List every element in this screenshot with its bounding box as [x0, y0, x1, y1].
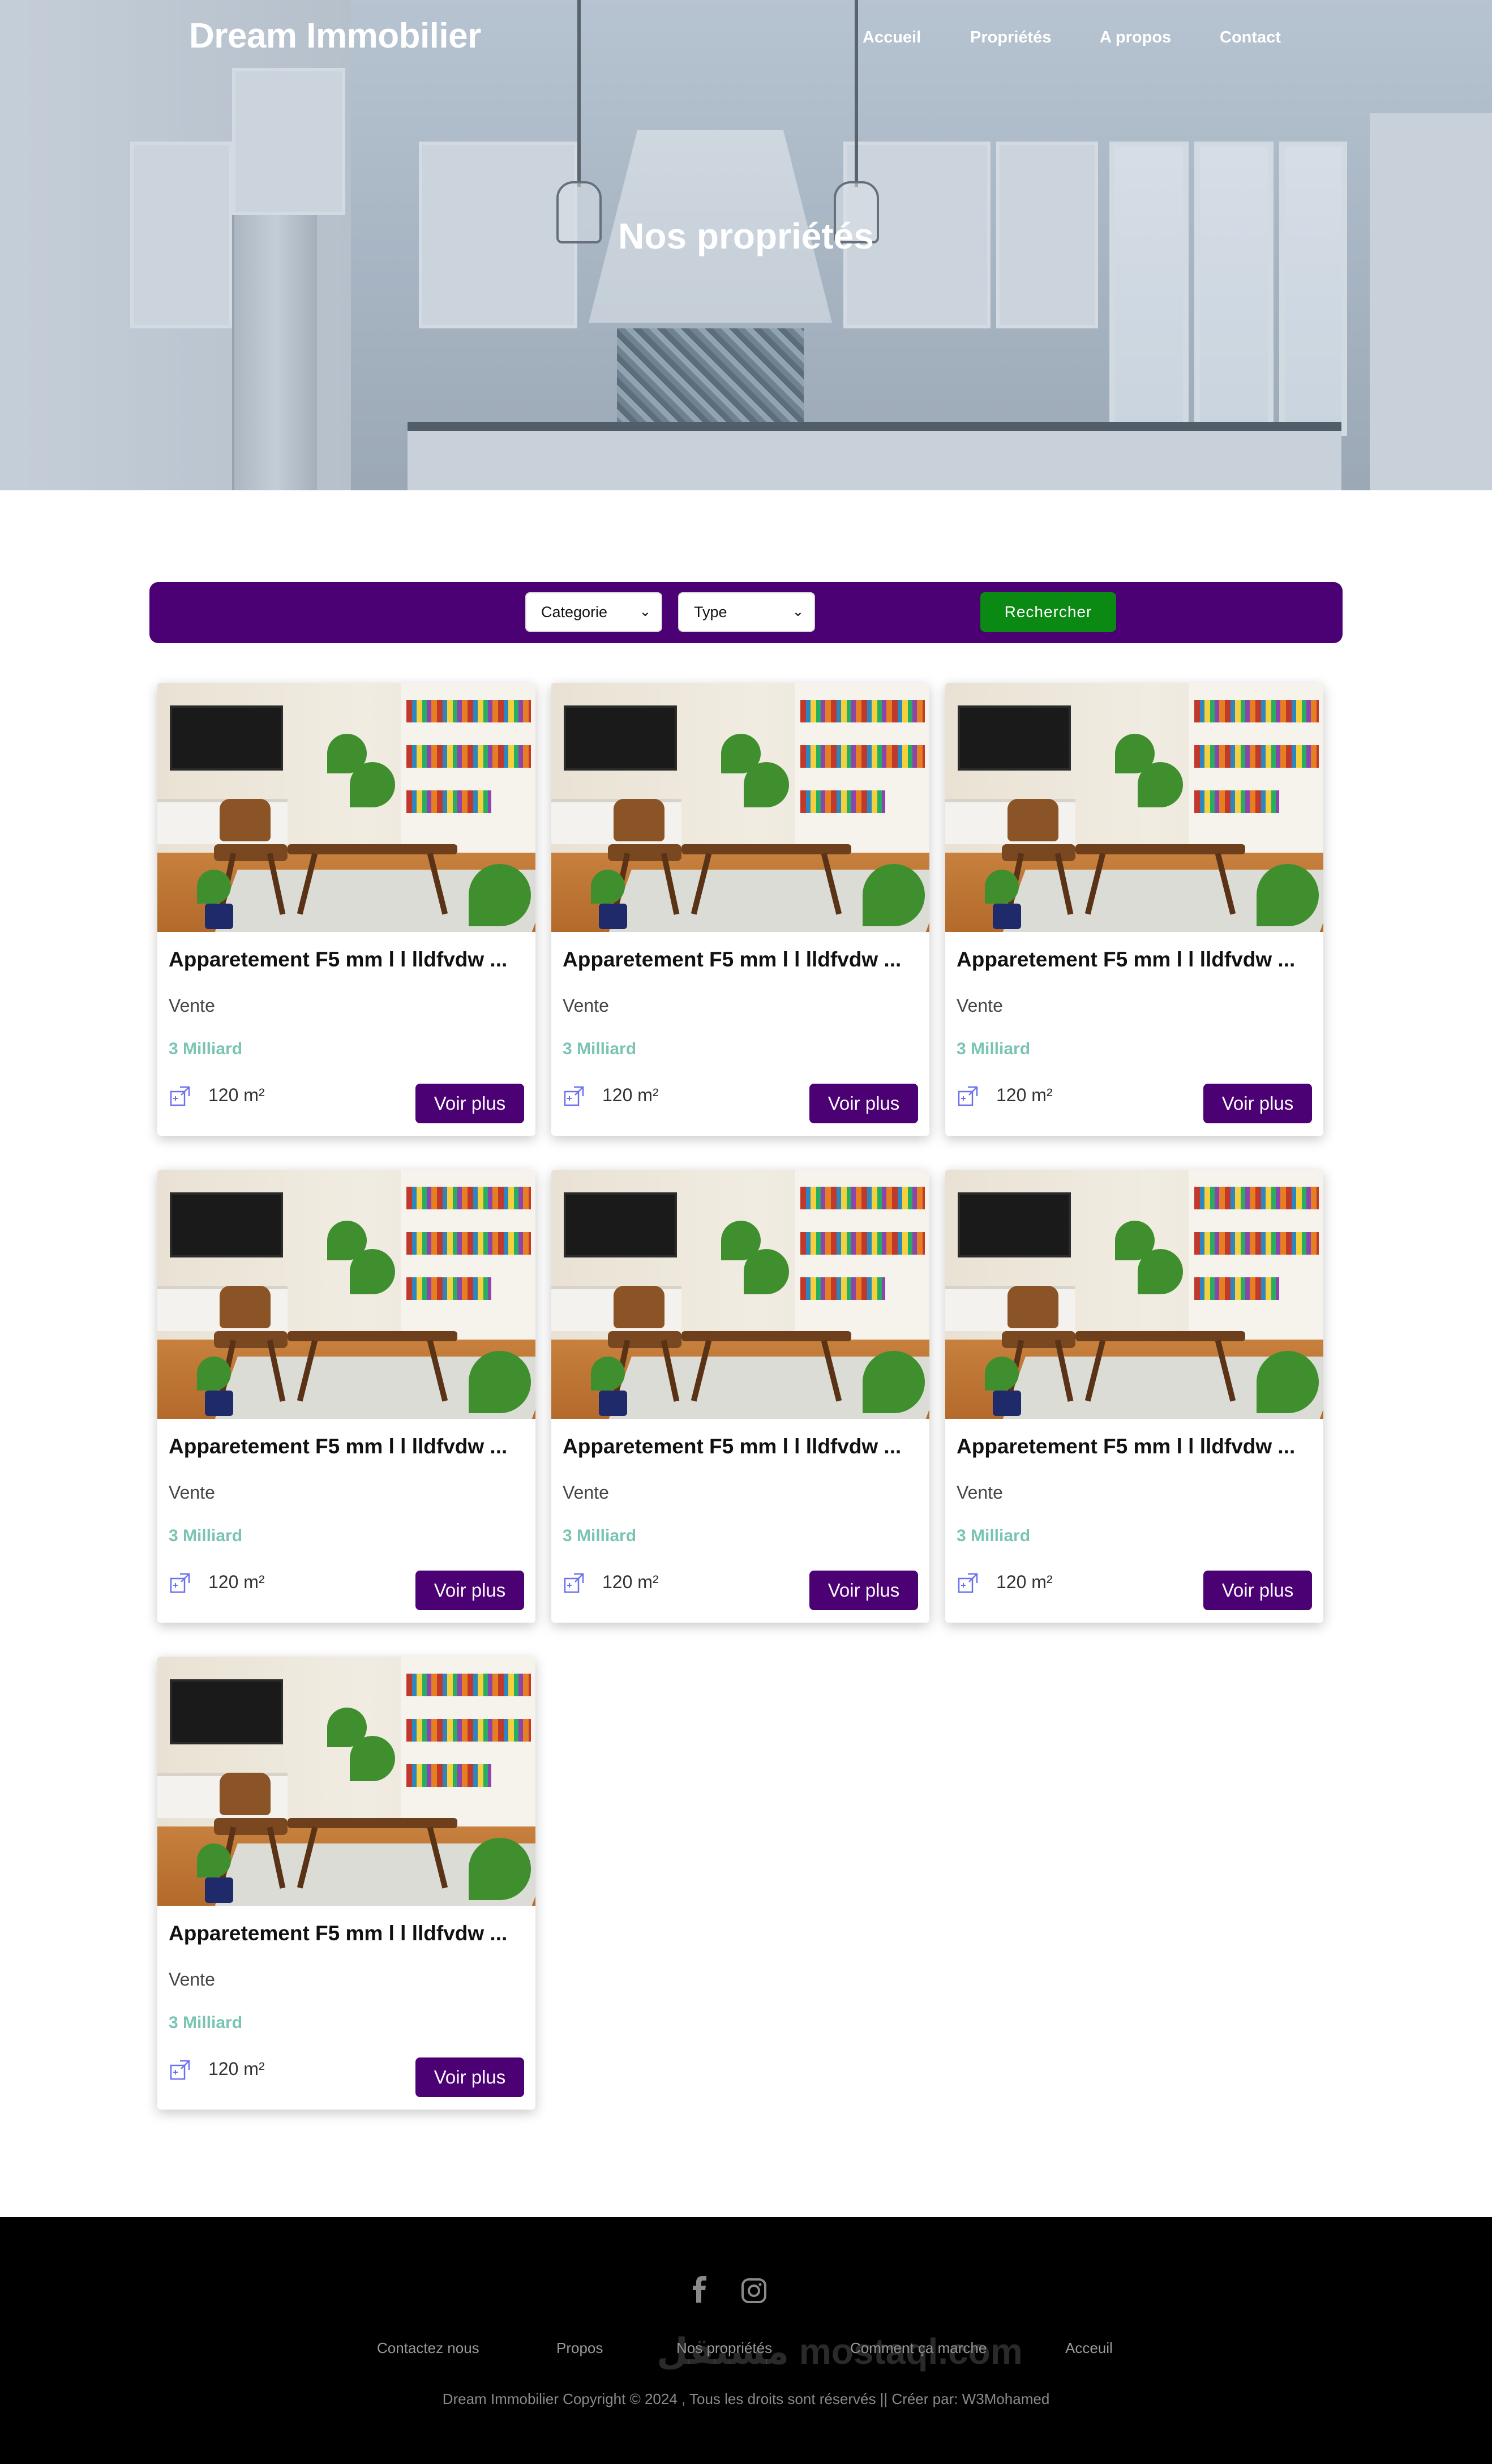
property-type: Vente — [563, 1482, 609, 1503]
property-price: 3 Milliard — [169, 1526, 243, 1545]
property-card: Apparetement F5 mm l l lldfvdw ... Vente… — [157, 1657, 535, 2110]
property-card: Apparetement F5 mm l l lldfvdw ... Vente… — [945, 683, 1323, 1136]
property-price: 3 Milliard — [169, 2013, 243, 2032]
area-icon — [564, 1573, 584, 1593]
nav-accueil[interactable]: Accueil — [863, 28, 921, 47]
property-photo[interactable] — [945, 1170, 1323, 1419]
property-title[interactable]: Apparetement F5 mm l l lldfvdw ... — [563, 1435, 919, 1458]
property-photo[interactable] — [551, 1170, 929, 1419]
property-area: 120 m² — [996, 1085, 1053, 1105]
type-select-value: Type — [694, 604, 727, 621]
area-icon — [170, 1573, 190, 1593]
property-card: Apparetement F5 mm l l lldfvdw ... Vente… — [157, 1170, 535, 1623]
property-price: 3 Milliard — [563, 1526, 637, 1545]
search-button[interactable]: Rechercher — [980, 592, 1116, 632]
view-more-button[interactable]: Voir plus — [1203, 1084, 1312, 1123]
property-title[interactable]: Apparetement F5 mm l l lldfvdw ... — [169, 1435, 525, 1458]
property-price: 3 Milliard — [957, 1040, 1031, 1058]
area-icon — [564, 1086, 584, 1106]
property-title[interactable]: Apparetement F5 mm l l lldfvdw ... — [957, 1435, 1313, 1458]
nav-a-propos[interactable]: A propos — [1100, 28, 1171, 47]
hero-banner: Dream Immobilier Accueil Propriétés A pr… — [0, 0, 1492, 490]
area-icon — [170, 1086, 190, 1106]
property-card: Apparetement F5 mm l l lldfvdw ... Vente… — [157, 683, 535, 1136]
view-more-button[interactable]: Voir plus — [415, 2057, 524, 2097]
property-photo[interactable] — [157, 683, 535, 932]
property-area: 120 m² — [208, 2059, 265, 2079]
nav-contact[interactable]: Contact — [1220, 28, 1281, 47]
view-more-button[interactable]: Voir plus — [415, 1084, 524, 1123]
property-type: Vente — [169, 1482, 215, 1503]
brand-logo[interactable]: Dream Immobilier — [189, 16, 481, 56]
property-photo[interactable] — [551, 683, 929, 932]
page-title: Nos propriétés — [618, 216, 874, 256]
view-more-button[interactable]: Voir plus — [415, 1571, 524, 1610]
property-area: 120 m² — [602, 1572, 659, 1592]
chevron-down-icon: ⌄ — [639, 604, 651, 619]
area-icon — [170, 2060, 190, 2080]
property-card: Apparetement F5 mm l l lldfvdw ... Vente… — [551, 1170, 929, 1623]
property-type: Vente — [563, 995, 609, 1016]
instagram-icon[interactable] — [737, 2274, 771, 2308]
chevron-down-icon: ⌄ — [792, 604, 804, 619]
property-price: 3 Milliard — [957, 1526, 1031, 1545]
property-type: Vente — [169, 1969, 215, 1990]
category-select-value: Categorie — [541, 604, 608, 621]
property-title[interactable]: Apparetement F5 mm l l lldfvdw ... — [563, 948, 919, 972]
property-card: Apparetement F5 mm l l lldfvdw ... Vente… — [945, 1170, 1323, 1623]
footer-link-propos[interactable]: Propos — [556, 2339, 603, 2357]
view-more-button[interactable]: Voir plus — [1203, 1571, 1312, 1610]
property-price: 3 Milliard — [563, 1040, 637, 1058]
footer: Contactez nous Propos Nos propriétés Com… — [0, 2217, 1492, 2464]
view-more-button[interactable]: Voir plus — [809, 1571, 918, 1610]
property-type: Vente — [957, 1482, 1003, 1503]
footer-link-contact[interactable]: Contactez nous — [377, 2339, 479, 2357]
facebook-icon[interactable] — [684, 2274, 718, 2308]
property-title[interactable]: Apparetement F5 mm l l lldfvdw ... — [957, 948, 1313, 972]
property-area: 120 m² — [996, 1572, 1053, 1592]
property-type: Vente — [957, 995, 1003, 1016]
footer-link-acceuil[interactable]: Acceuil — [1065, 2339, 1113, 2357]
property-area: 120 m² — [208, 1085, 265, 1105]
area-icon — [958, 1086, 978, 1106]
view-more-button[interactable]: Voir plus — [809, 1084, 918, 1123]
filter-bar: Categorie ⌄ Type ⌄ Rechercher — [149, 582, 1343, 643]
watermark: مستقل mostaql.com — [657, 2331, 1023, 2372]
property-price: 3 Milliard — [169, 1040, 243, 1058]
property-photo[interactable] — [945, 683, 1323, 932]
category-select[interactable]: Categorie ⌄ — [525, 592, 662, 632]
property-type: Vente — [169, 995, 215, 1016]
property-title[interactable]: Apparetement F5 mm l l lldfvdw ... — [169, 1922, 525, 1945]
copyright-text: Dream Immobilier Copyright © 2024 , Tous… — [442, 2390, 1050, 2407]
nav-proprietes[interactable]: Propriétés — [970, 28, 1051, 47]
property-area: 120 m² — [602, 1085, 659, 1105]
property-area: 120 m² — [208, 1572, 265, 1592]
property-card: Apparetement F5 mm l l lldfvdw ... Vente… — [551, 683, 929, 1136]
property-photo[interactable] — [157, 1657, 535, 1906]
area-icon — [958, 1573, 978, 1593]
property-title[interactable]: Apparetement F5 mm l l lldfvdw ... — [169, 948, 525, 972]
type-select[interactable]: Type ⌄ — [678, 592, 815, 632]
property-photo[interactable] — [157, 1170, 535, 1419]
